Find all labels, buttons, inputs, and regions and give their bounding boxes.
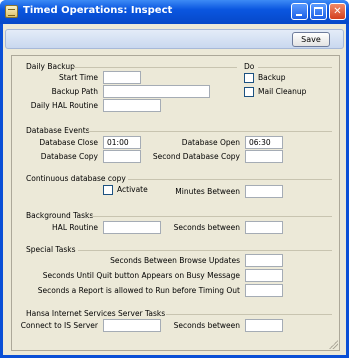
connect-is-server-label: Connect to IS Server — [20, 321, 98, 330]
database-open-label: Database Open — [181, 138, 240, 147]
activate-checkbox[interactable] — [103, 185, 113, 195]
database-open-field[interactable]: 06:30 — [245, 136, 283, 149]
client-area: Save Daily Backup Start Time Backup Path… — [3, 24, 346, 355]
mail-cleanup-checkbox[interactable] — [244, 87, 254, 97]
backup-checkbox-label: Backup — [258, 73, 286, 82]
database-close-field[interactable]: 01:00 — [103, 136, 141, 149]
divider — [166, 314, 332, 315]
daily-hal-field[interactable] — [103, 99, 161, 112]
hal-routine-field[interactable] — [103, 221, 161, 234]
divider — [88, 131, 332, 132]
database-close-label: Database Close — [39, 138, 98, 147]
minutes-between-label: Minutes Between — [175, 187, 240, 196]
minimize-button[interactable] — [291, 3, 308, 20]
divider — [72, 67, 237, 68]
backup-checkbox[interactable] — [244, 73, 254, 83]
second-database-copy-label: Second Database Copy — [152, 152, 240, 161]
start-time-label: Start Time — [58, 73, 98, 82]
activate-checkbox-label: Activate — [117, 185, 148, 194]
toolbar: Save — [5, 29, 344, 49]
connect-is-server-field[interactable] — [103, 319, 161, 332]
browse-updates-label: Seconds Between Browse Updates — [110, 256, 240, 265]
maximize-icon — [314, 7, 323, 16]
quit-button-seconds-field[interactable] — [245, 269, 283, 282]
save-button[interactable]: Save — [292, 32, 330, 47]
app-icon — [5, 5, 18, 18]
minimize-icon — [296, 14, 302, 16]
quit-button-seconds-label: Seconds Until Quit button Appears on Bus… — [42, 271, 240, 280]
section-title-background-tasks: Background Tasks — [26, 211, 94, 220]
form-panel: Daily Backup Start Time Backup Path Dail… — [11, 55, 340, 351]
his-seconds-between-field[interactable] — [245, 319, 283, 332]
divider — [78, 250, 332, 251]
daily-hal-label: Daily HAL Routine — [30, 101, 98, 110]
second-database-copy-field[interactable] — [245, 150, 283, 163]
minutes-between-field[interactable] — [245, 185, 283, 198]
divider — [128, 179, 332, 180]
divider — [258, 67, 332, 68]
database-copy-label: Database Copy — [40, 152, 98, 161]
maximize-button[interactable] — [310, 3, 327, 20]
section-title-do: Do — [244, 62, 255, 71]
close-button[interactable]: ✕ — [329, 3, 346, 20]
backup-path-label: Backup Path — [51, 87, 98, 96]
database-copy-field[interactable] — [103, 150, 141, 163]
report-timeout-label: Seconds a Report is allowed to Run befor… — [37, 286, 240, 295]
divider — [92, 216, 332, 217]
section-title-database-events: Database Events — [26, 126, 90, 135]
start-time-field[interactable] — [103, 71, 141, 84]
window: Timed Operations: Inspect ✕ Save Daily B… — [0, 0, 349, 358]
hal-routine-label: HAL Routine — [52, 223, 98, 232]
background-seconds-between-label: Seconds between — [173, 223, 240, 232]
mail-cleanup-checkbox-label: Mail Cleanup — [258, 87, 307, 96]
browse-updates-field[interactable] — [245, 254, 283, 267]
close-icon: ✕ — [333, 6, 342, 17]
report-timeout-field[interactable] — [245, 284, 283, 297]
background-seconds-between-field[interactable] — [245, 221, 283, 234]
title-bar[interactable]: Timed Operations: Inspect ✕ — [0, 0, 349, 24]
section-title-continuous-copy: Continuous database copy — [26, 174, 126, 183]
section-title-daily-backup: Daily Backup — [26, 62, 75, 71]
his-seconds-between-label: Seconds between — [173, 321, 240, 330]
section-title-special-tasks: Special Tasks — [26, 245, 76, 254]
section-title-his-tasks: Hansa Internet Services Server Tasks — [26, 309, 166, 318]
backup-path-field[interactable] — [103, 85, 210, 98]
resize-grip[interactable] — [328, 339, 338, 349]
window-title: Timed Operations: Inspect — [23, 5, 173, 16]
